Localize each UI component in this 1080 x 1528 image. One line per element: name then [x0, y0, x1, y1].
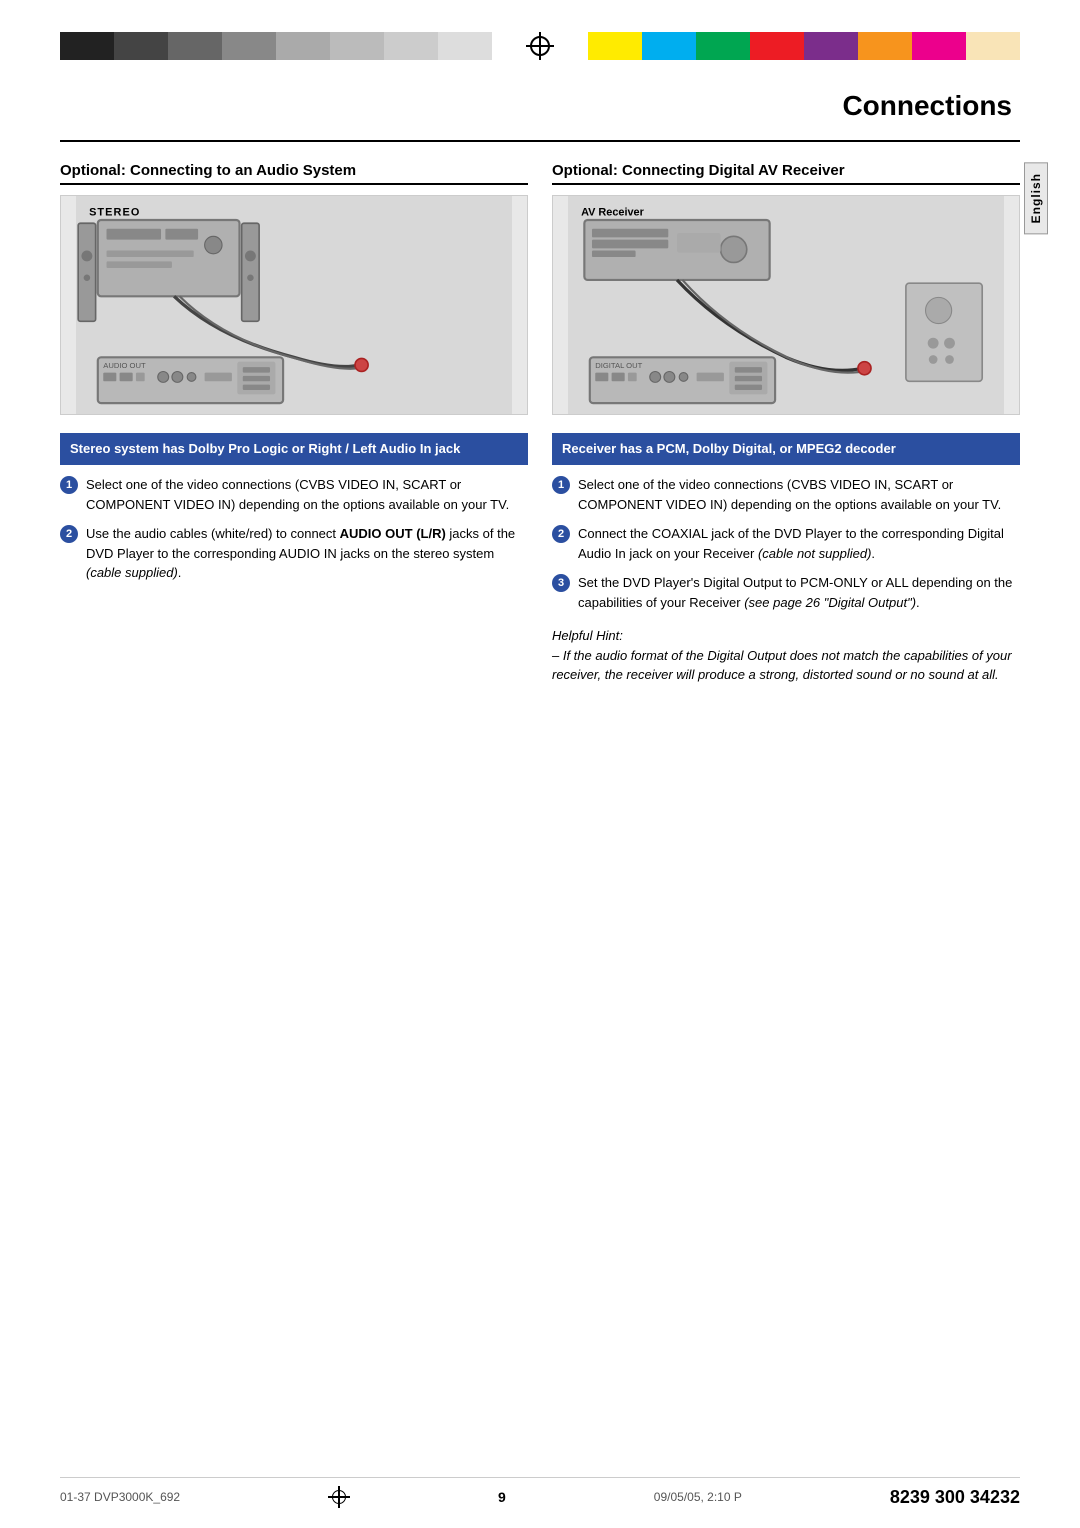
cb2 [114, 32, 168, 60]
step-2-text: Use the audio cables (white/red) to conn… [86, 524, 528, 583]
page-title: Connections [60, 90, 1020, 122]
hint-title: Helpful Hint: [552, 628, 623, 643]
hint-text: – If the audio format of the Digital Out… [552, 648, 1012, 683]
footer-crosshair [328, 1486, 350, 1508]
cb5 [276, 32, 330, 60]
left-column: Optional: Connecting to an Audio System … [60, 162, 528, 685]
footer-page-number: 9 [498, 1489, 506, 1505]
cbr6 [858, 32, 912, 60]
cbr7 [912, 32, 966, 60]
color-bar-right [588, 32, 1020, 60]
right-step-2: 2 Connect the COAXIAL jack of the DVD Pl… [552, 524, 1020, 563]
cbr5 [804, 32, 858, 60]
right-step-3-text: Set the DVD Player's Digital Output to P… [578, 573, 1020, 612]
cb1 [60, 32, 114, 60]
cbr2 [642, 32, 696, 60]
svg-text:DIGITAL OUT: DIGITAL OUT [595, 361, 642, 370]
right-step-3-number: 3 [552, 574, 570, 592]
step-1-text: Select one of the video connections (CVB… [86, 475, 528, 514]
right-step-3: 3 Set the DVD Player's Digital Output to… [552, 573, 1020, 612]
two-column-layout: Optional: Connecting to an Audio System … [60, 162, 1020, 685]
color-bar-left [60, 32, 492, 60]
cb3 [168, 32, 222, 60]
stereo-diagram: STEREO [60, 195, 528, 415]
av-receiver-diagram: AV Receiver DI [552, 195, 1020, 415]
cbr8 [966, 32, 1020, 60]
cb6 [330, 32, 384, 60]
right-step-2-text: Connect the COAXIAL jack of the DVD Play… [578, 524, 1020, 563]
right-instruction-header: Receiver has a PCM, Dolby Digital, or MP… [552, 433, 1020, 465]
step-2-number: 2 [60, 525, 78, 543]
main-content: Connections Optional: Connecting to an A… [60, 90, 1020, 1448]
svg-text:AV Receiver: AV Receiver [581, 207, 645, 219]
svg-text:STEREO: STEREO [89, 207, 140, 219]
cb8 [438, 32, 492, 60]
left-step-1: 1 Select one of the video connections (C… [60, 475, 528, 514]
stereo-svg: STEREO [61, 196, 527, 414]
cbr1 [588, 32, 642, 60]
left-step-2: 2 Use the audio cables (white/red) to co… [60, 524, 528, 583]
right-section-header: Optional: Connecting Digital AV Receiver [552, 162, 1020, 185]
helpful-hint: Helpful Hint: – If the audio format of t… [552, 626, 1020, 685]
english-tab: English [1024, 162, 1048, 234]
left-instruction-list: 1 Select one of the video connections (C… [60, 475, 528, 583]
footer: 01-37 DVP3000K_692 9 09/05/05, 2:10 P 82… [60, 1477, 1020, 1508]
title-divider [60, 140, 1020, 142]
right-step-2-number: 2 [552, 525, 570, 543]
left-instruction-header: Stereo system has Dolby Pro Logic or Rig… [60, 433, 528, 465]
step-1-number: 1 [60, 476, 78, 494]
footer-product-code: 8239 300 34232 [890, 1487, 1020, 1508]
right-column: English Optional: Connecting Digital AV … [552, 162, 1020, 685]
cb7 [384, 32, 438, 60]
left-section-header: Optional: Connecting to an Audio System [60, 162, 528, 185]
cb4 [222, 32, 276, 60]
crosshair-center [492, 32, 588, 60]
right-step-1-text: Select one of the video connections (CVB… [578, 475, 1020, 514]
right-step-1: 1 Select one of the video connections (C… [552, 475, 1020, 514]
svg-text:AUDIO OUT: AUDIO OUT [103, 361, 146, 370]
footer-date: 09/05/05, 2:10 P [654, 1490, 742, 1504]
right-instruction-list: 1 Select one of the video connections (C… [552, 475, 1020, 612]
footer-file-info: 01-37 DVP3000K_692 [60, 1490, 180, 1504]
color-bars [60, 32, 1020, 60]
av-receiver-svg: AV Receiver DI [553, 196, 1019, 414]
cbr3 [696, 32, 750, 60]
cbr4 [750, 32, 804, 60]
right-step-1-number: 1 [552, 476, 570, 494]
